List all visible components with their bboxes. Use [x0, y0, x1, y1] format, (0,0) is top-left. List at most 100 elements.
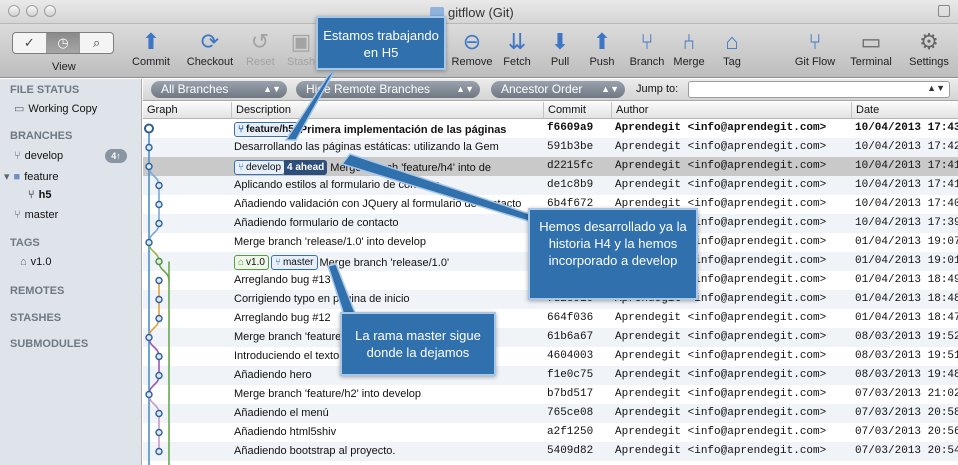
submodules-heading[interactable]: SUBMODULES: [10, 338, 88, 350]
zoom-window-button[interactable]: [44, 5, 56, 17]
feature-folder-label: feature: [24, 171, 59, 183]
commit-message: Corrigiendo typo en página de inicio: [234, 293, 410, 305]
commit-date: 01/04/2013 18:49: [855, 274, 958, 286]
table-row[interactable]: Añadiendo hero f1e0c75 Aprendegit <info@ap…: [143, 366, 958, 385]
commit-node[interactable]: [145, 333, 153, 342]
table-row[interactable]: Añadiendo html5shiv a2f1250 Aprendegit <in…: [143, 423, 958, 442]
commit-node[interactable]: [155, 428, 163, 437]
description-column-header[interactable]: Description: [236, 104, 291, 116]
table-row[interactable]: Introduciendo el texto de la página 46040…: [143, 347, 958, 366]
remove-button[interactable]: ⊖ Remove: [450, 28, 494, 68]
commit-node[interactable]: [155, 352, 163, 361]
toolbar-button-label: Merge: [673, 56, 705, 68]
log-view-button[interactable]: ◷: [46, 33, 81, 53]
table-row[interactable]: Merge branch 'feature/h3' into develop 61…: [143, 328, 958, 347]
commit-node[interactable]: [144, 123, 154, 134]
sidebar-item-master[interactable]: ⑂ master: [14, 209, 58, 221]
column-divider[interactable]: [231, 102, 232, 119]
commit-node[interactable]: [145, 162, 153, 171]
table-row[interactable]: Aplicando estilos al formulario de conta…: [143, 176, 958, 195]
branches-heading[interactable]: BRANCHES: [10, 130, 72, 142]
sidebar-folder-feature[interactable]: ▾ ■ feature: [4, 170, 58, 183]
branch-label[interactable]: ⑂ develop: [234, 160, 286, 175]
column-divider[interactable]: [543, 102, 544, 119]
fullscreen-button[interactable]: [938, 5, 950, 17]
title-bar: gitflow (Git): [0, 0, 958, 24]
order-popup[interactable]: Ancestor Order ▲▼: [491, 81, 625, 98]
table-row[interactable]: ⑂ develop 4 ahead Merge branch 'feature/h4'…: [143, 157, 958, 176]
commit-node[interactable]: [155, 409, 163, 418]
search-view-button[interactable]: ⌕: [80, 33, 113, 53]
git-flow-button[interactable]: ⑂ Git Flow: [792, 28, 838, 68]
column-divider[interactable]: [611, 102, 612, 119]
author-column-header[interactable]: Author: [616, 104, 648, 116]
table-row[interactable]: Añadiendo el menú 765ce08 Aprendegit <info…: [143, 404, 958, 423]
file-status-view-button[interactable]: ✓: [13, 33, 47, 53]
merge-button[interactable]: ⑃ Merge: [672, 28, 706, 68]
stashes-heading[interactable]: STASHES: [10, 312, 61, 324]
sidebar-item-working-copy[interactable]: ▭ Working Copy: [14, 102, 97, 115]
commit-node[interactable]: [155, 371, 163, 380]
tag-icon: ⌂: [20, 256, 27, 268]
commit-node[interactable]: [155, 295, 163, 304]
commit-node[interactable]: [145, 390, 153, 399]
popup-arrows-icon: ▲▼: [601, 84, 619, 94]
branch-label[interactable]: ⑂ feature/h5: [234, 122, 298, 137]
description-cell: ⑂ develop 4 ahead Merge branch 'feature/h4'…: [234, 160, 542, 175]
popup-arrows-icon: ▲▼: [927, 83, 945, 93]
description-cell: Añadiendo validación con JQuery al formu…: [234, 198, 542, 210]
sidebar-item-develop[interactable]: ⑂ develop: [14, 150, 63, 162]
table-row[interactable]: Añadiendo bootstrap al proyecto. 5409d82 A…: [143, 442, 958, 461]
branches-filter-popup[interactable]: All Branches ▲▼: [151, 81, 287, 98]
settings-button[interactable]: ⚙ Settings: [906, 28, 952, 68]
remotes-heading[interactable]: REMOTES: [10, 285, 64, 297]
column-divider[interactable]: [851, 102, 852, 119]
commit-node[interactable]: [155, 257, 163, 266]
commit-node[interactable]: [155, 219, 163, 228]
branch-button[interactable]: ⑂ Branch: [628, 28, 666, 68]
sidebar-item-v1[interactable]: ⌂ v1.0: [20, 256, 51, 268]
commit-node[interactable]: [155, 200, 163, 209]
commit-node[interactable]: [155, 181, 163, 190]
commit-node[interactable]: [145, 143, 153, 152]
fetch-button[interactable]: ⇊ Fetch: [500, 28, 534, 68]
callout-h4: Hemos desarrollado ya la historia H4 y l…: [528, 208, 698, 300]
description-cell: ⌂ v1.0 ⑂ master Merge branch 'release/1.0': [234, 255, 542, 270]
date-column-header[interactable]: Date: [856, 104, 879, 116]
branch-icon: ⑂: [14, 150, 21, 162]
table-row[interactable]: Desarrollando las páginas estáticas: uti…: [143, 138, 958, 157]
table-row[interactable]: Merge branch 'feature/h2' into develop b7…: [143, 385, 958, 404]
sidebar-item-h5[interactable]: ⑂ h5: [28, 189, 51, 201]
table-row[interactable]: Arreglando bug #12 664f036 Aprendegit <inf…: [143, 309, 958, 328]
commit-column-header[interactable]: Commit: [548, 104, 586, 116]
push-button[interactable]: ⬆ Push: [588, 28, 616, 68]
stash-button[interactable]: ▣ Stash: [287, 28, 315, 68]
terminal-button[interactable]: ▭ Terminal: [846, 28, 896, 68]
commit-node[interactable]: [155, 314, 163, 323]
commit-hash: b7bd517: [547, 388, 594, 400]
commit-node[interactable]: [155, 447, 163, 456]
close-window-button[interactable]: [8, 5, 20, 17]
pull-button[interactable]: ⬇ Pull: [548, 28, 572, 68]
checkout-button[interactable]: ⟳ Checkout: [186, 28, 234, 68]
disclosure-triangle-icon[interactable]: ▾: [4, 171, 10, 183]
file-status-heading[interactable]: FILE STATUS: [10, 84, 79, 96]
graph-column-header[interactable]: Graph: [147, 104, 178, 116]
merge-icon: ⑃: [682, 29, 696, 54]
tags-heading[interactable]: TAGS: [10, 237, 40, 249]
tag-label[interactable]: ⌂ v1.0: [234, 255, 269, 270]
commit-hash: 4604003: [547, 350, 594, 362]
table-row[interactable]: ⑂ feature/h5 Primera implementación de las…: [143, 119, 958, 138]
toolbar-button-label: Settings: [909, 56, 949, 68]
jump-to-combobox[interactable]: ▲▼: [688, 81, 950, 98]
master-label: master: [24, 209, 59, 221]
commit-hash: f6609a9: [547, 122, 594, 134]
commit-node[interactable]: [155, 276, 163, 285]
commit-node[interactable]: [145, 238, 153, 247]
branch-label[interactable]: ⑂ master: [270, 255, 318, 270]
tag-button[interactable]: ⌂ Tag: [720, 28, 744, 68]
remote-branches-popup[interactable]: Hide Remote Branches ▲▼: [296, 81, 480, 98]
minimize-window-button[interactable]: [26, 5, 38, 17]
commit-button[interactable]: ⬆ Commit: [130, 28, 172, 68]
reset-button[interactable]: ↺ Reset: [246, 28, 275, 68]
